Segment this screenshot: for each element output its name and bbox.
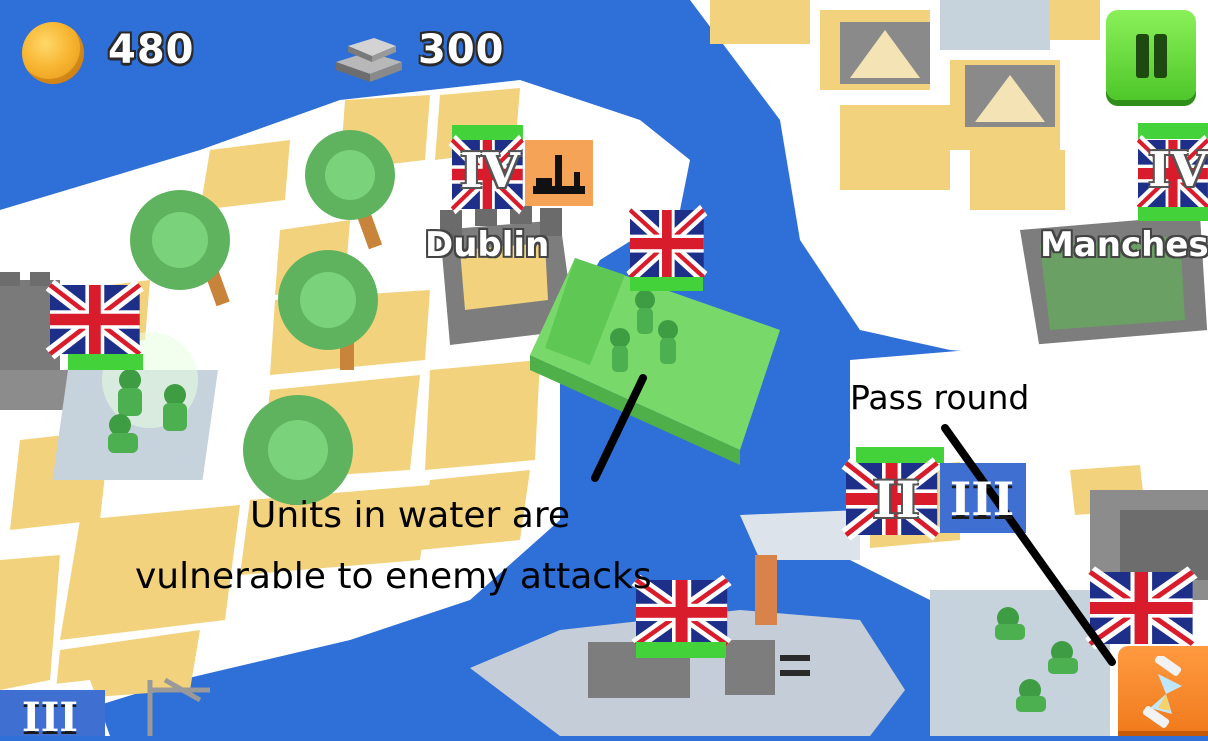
rank-center-right: III: [949, 472, 1015, 526]
annotation-pass-round: Pass round: [850, 378, 1030, 417]
rank-bottom-left: III: [21, 694, 79, 741]
annotation-water-line1: Units in water are: [250, 495, 570, 536]
rank-dublin: IV: [460, 143, 520, 199]
annotation-water-line2: vulnerable to enemy attacks: [135, 556, 652, 597]
game-map[interactable]: [0, 0, 1208, 736]
rank-manchester: IV: [1148, 142, 1208, 198]
city-label-manchester: Manches: [1040, 225, 1208, 265]
coin-count: 480: [108, 27, 195, 73]
hourglass-icon: [1142, 656, 1182, 728]
iron-icon: [336, 38, 402, 82]
pass-round-button[interactable]: [1118, 646, 1208, 736]
pause-button[interactable]: [1106, 10, 1196, 100]
coin-icon: [22, 22, 84, 84]
iron-count: 300: [418, 27, 505, 73]
flag-bottom-right[interactable]: [1090, 572, 1193, 644]
bottom-island-edge: [740, 510, 860, 560]
flag-selected[interactable]: [630, 210, 704, 291]
grey-tile-top: [940, 0, 1050, 50]
grey-tile-right: [930, 590, 1110, 736]
city-label-dublin: Dublin: [425, 225, 550, 265]
rank-center: II: [872, 470, 920, 529]
